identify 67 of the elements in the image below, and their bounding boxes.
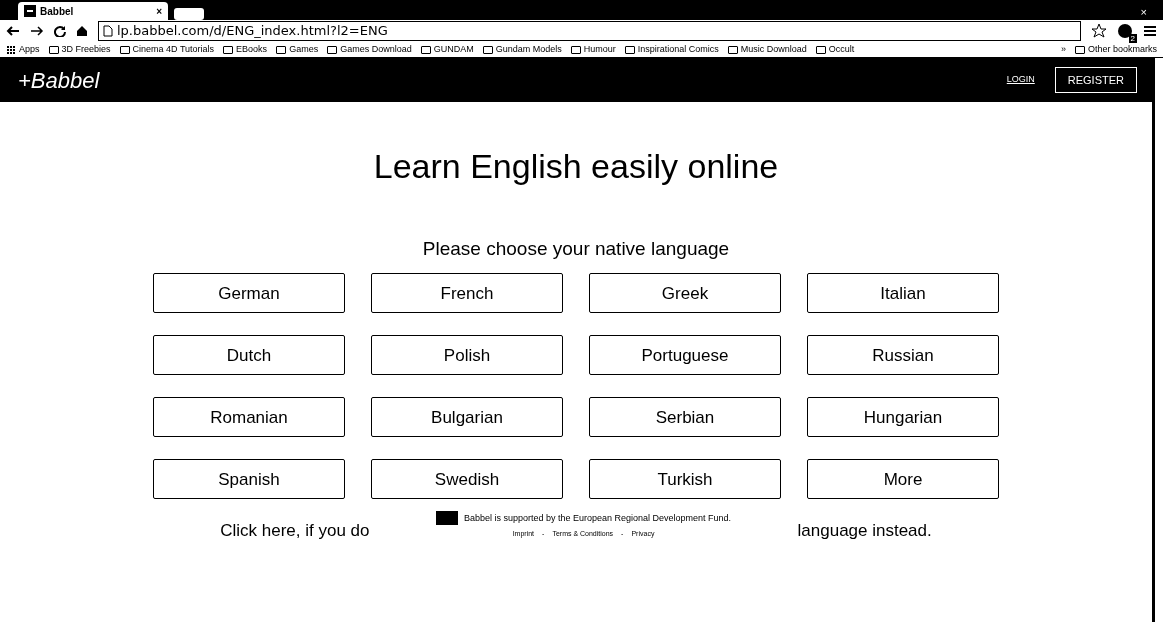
back-icon[interactable]: [6, 25, 20, 37]
reload-icon[interactable]: [54, 25, 66, 37]
home-icon[interactable]: [76, 25, 88, 37]
language-button[interactable]: German: [153, 273, 345, 314]
folder-icon: [624, 45, 635, 54]
language-button[interactable]: Romanian: [153, 397, 345, 438]
star-icon[interactable]: [1091, 23, 1107, 39]
language-button[interactable]: More: [807, 459, 999, 500]
window-close-button[interactable]: ×: [1140, 3, 1147, 20]
language-button[interactable]: Bulgarian: [371, 397, 563, 438]
language-button[interactable]: Spanish: [153, 459, 345, 500]
address-field[interactable]: lp.babbel.com/d/ENG_index.html?l2=ENG: [98, 21, 1081, 41]
bookmarks-overflow-button[interactable]: »: [1060, 42, 1066, 57]
menu-icon[interactable]: [1143, 25, 1157, 37]
forward-icon[interactable]: [30, 25, 44, 37]
support-note: Babbel is supported by the European Regional Development Fund.: [463, 511, 732, 525]
page-icon: [103, 25, 113, 37]
eu-flag-icon: [435, 511, 458, 526]
folder-icon: [119, 45, 130, 54]
bookmark-item[interactable]: Music Download: [727, 42, 807, 57]
language-button[interactable]: Serbian: [589, 397, 781, 438]
language-button[interactable]: Russian: [807, 335, 999, 376]
folder-icon: [276, 45, 287, 54]
bookmark-item[interactable]: GUNDAM: [420, 42, 474, 57]
bookmark-item[interactable]: Games Download: [327, 42, 412, 57]
language-button[interactable]: Hungarian: [807, 397, 999, 438]
browser-tab[interactable]: Babbel ×: [18, 2, 168, 20]
language-button[interactable]: Polish: [371, 335, 563, 376]
bookmark-item[interactable]: EBooks: [223, 42, 268, 57]
extension-badge: 2: [1128, 34, 1137, 43]
bookmark-item[interactable]: Apps: [6, 42, 40, 57]
extension-icon: [1117, 23, 1133, 39]
bookmark-item[interactable]: Humour: [570, 42, 616, 57]
subheading: Please choose your native language: [421, 236, 731, 261]
bookmark-item[interactable]: Inspirational Comics: [624, 42, 719, 57]
folder-icon: [570, 45, 581, 54]
page-heading: Learn English easily online: [372, 146, 780, 187]
bookmark-item[interactable]: Occult: [815, 42, 855, 57]
folder-icon: [1074, 45, 1085, 54]
register-button[interactable]: REGISTER: [1054, 66, 1137, 94]
footer-text: Click here, if you do: [220, 520, 370, 543]
folder-icon: [727, 45, 738, 54]
language-button[interactable]: Italian: [807, 273, 999, 314]
bookmark-item[interactable]: Gundam Models: [482, 42, 562, 57]
apps-icon: [6, 44, 16, 55]
folder-icon: [223, 45, 234, 54]
folder-icon: [815, 45, 826, 54]
bookmark-item[interactable]: Cinema 4D Tutorials: [119, 42, 215, 57]
favicon-icon: [24, 5, 36, 17]
bookmark-item[interactable]: Other bookmarks: [1074, 42, 1157, 57]
language-button[interactable]: French: [371, 273, 563, 314]
bookmark-item[interactable]: 3D Freebies: [48, 42, 111, 57]
language-button[interactable]: Turkish: [589, 459, 781, 500]
folder-icon: [327, 45, 338, 54]
language-button[interactable]: Dutch: [153, 335, 345, 376]
folder-icon: [420, 45, 431, 54]
extension-button[interactable]: 2: [1117, 23, 1133, 39]
language-button[interactable]: Swedish: [371, 459, 563, 500]
login-link[interactable]: LOGIN: [1006, 73, 1035, 87]
logo[interactable]: +Babbel: [18, 63, 100, 97]
folder-icon: [48, 45, 59, 54]
footer-text: language instead.: [797, 520, 932, 543]
language-button[interactable]: Greek: [589, 273, 781, 314]
bookmark-item[interactable]: Games: [276, 42, 319, 57]
close-tab-button[interactable]: ×: [156, 3, 162, 19]
language-button[interactable]: Portuguese: [589, 335, 781, 376]
folder-icon: [482, 45, 493, 54]
